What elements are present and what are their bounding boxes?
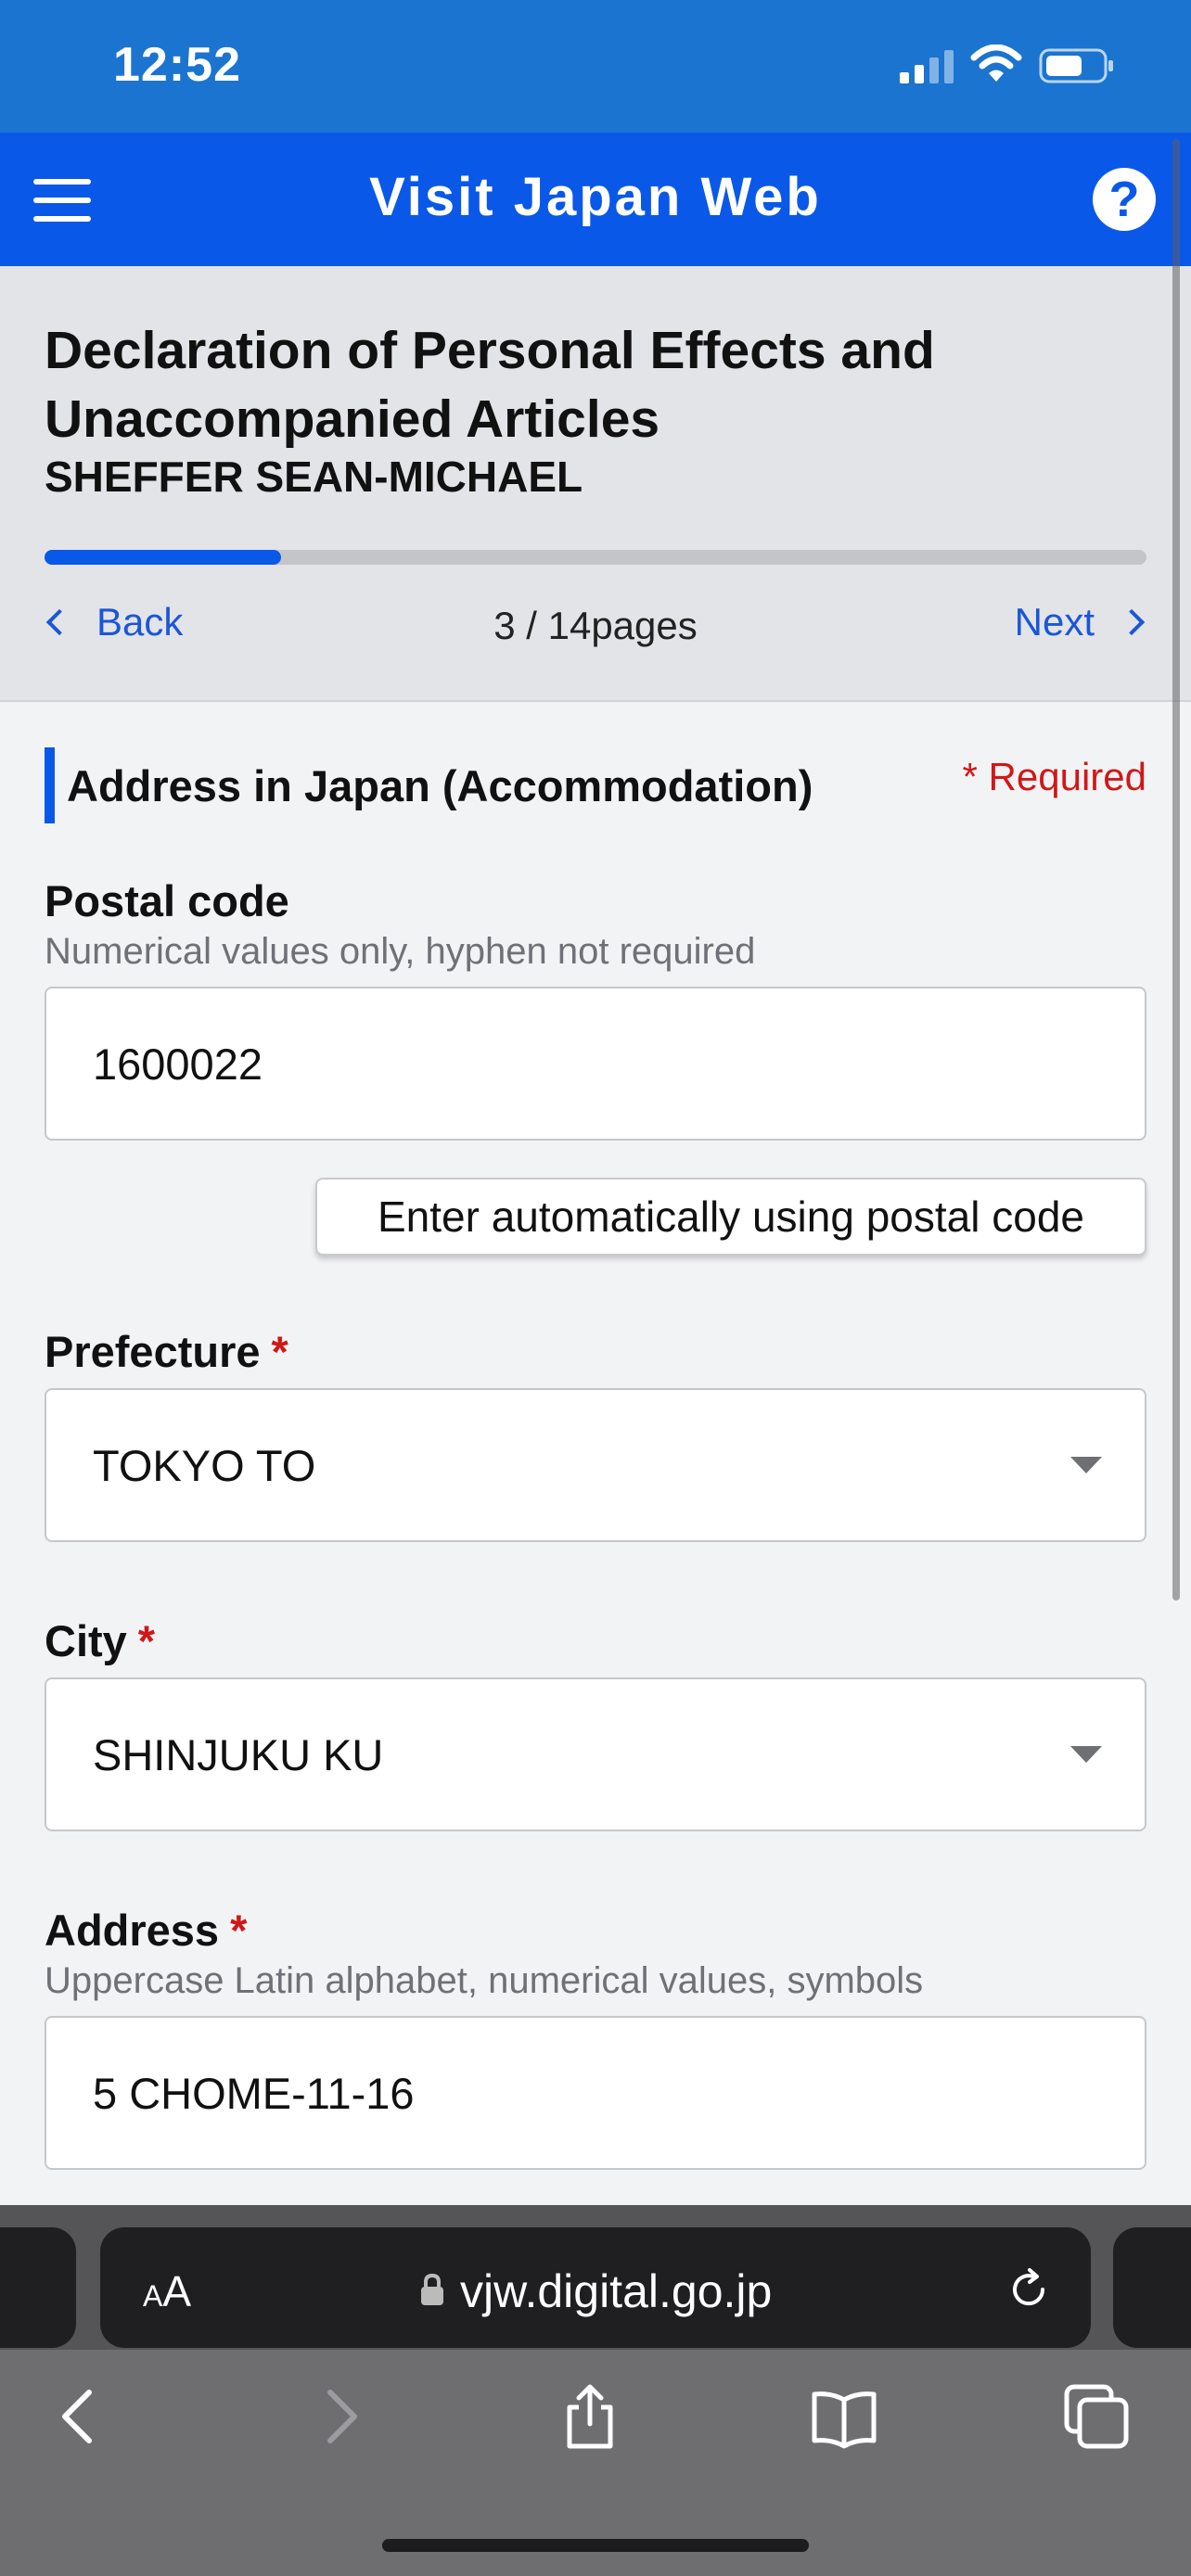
progress-bar <box>45 550 1146 565</box>
next-label: Next <box>1014 600 1095 644</box>
status-bar: 12:52 <box>0 0 1191 133</box>
form-title: Declaration of Personal Effects and Unac… <box>45 321 935 449</box>
required-star: * <box>271 1327 288 1376</box>
wifi-icon <box>970 45 1022 82</box>
auto-fill-postal-button[interactable]: Enter automatically using postal code <box>315 1178 1146 1256</box>
required-star: * <box>137 1616 156 1665</box>
previous-tab-peek[interactable] <box>0 2227 76 2348</box>
forward-icon[interactable] <box>306 2383 373 2450</box>
required-star: * <box>230 1906 248 1955</box>
section-accent-bar <box>45 747 55 823</box>
url-text: vjw.digital.go.jp <box>460 2265 773 2317</box>
postal-code-hint: Numerical values only, hyphen not requir… <box>45 931 756 972</box>
address-value: 5 CHOME-11-16 <box>93 2069 415 2118</box>
page-indicator: 3 / 14pages <box>493 604 698 647</box>
back-icon[interactable] <box>46 2383 113 2450</box>
progress-fill <box>45 550 281 565</box>
address-input[interactable]: 5 CHOME-11-16 <box>45 2016 1146 2170</box>
prefecture-label: Prefecture * <box>45 1327 288 1376</box>
address-label: Address * <box>45 1906 248 1955</box>
share-icon[interactable] <box>557 2383 623 2450</box>
bookmarks-icon[interactable] <box>811 2383 877 2450</box>
form-header: Declaration of Personal Effects and Unac… <box>0 266 1191 702</box>
text-size-button[interactable]: AA <box>143 2266 191 2316</box>
tabs-icon[interactable] <box>1063 2383 1130 2450</box>
app-title: Visit Japan Web <box>369 167 822 227</box>
reload-icon[interactable] <box>1005 2266 1052 2313</box>
battery-icon <box>1039 48 1113 83</box>
url-bar[interactable]: AA vjw.digital.go.jp <box>100 2227 1091 2348</box>
prefecture-value: TOKYO TO <box>93 1441 316 1490</box>
city-value: SHINJUKU KU <box>93 1730 384 1779</box>
status-time: 12:52 <box>113 38 241 92</box>
required-note: * Required <box>962 755 1146 798</box>
next-button[interactable]: Next <box>1015 600 1146 644</box>
help-icon[interactable]: ? <box>1093 168 1156 231</box>
address-bar-area: AA vjw.digital.go.jp <box>0 2205 1191 2350</box>
dropdown-arrow-icon <box>1070 1746 1102 1763</box>
prefecture-select[interactable]: TOKYO TO <box>45 1388 1146 1542</box>
postal-code-input[interactable]: 1600022 <box>45 987 1146 1141</box>
cellular-signal-icon <box>900 50 954 83</box>
home-indicator <box>382 2539 809 2552</box>
section-title: Address in Japan (Accommodation) <box>67 761 813 810</box>
postal-code-label: Postal code <box>45 876 289 925</box>
lock-icon <box>421 2274 443 2305</box>
next-tab-peek[interactable] <box>1113 2227 1191 2348</box>
dropdown-arrow-icon <box>1070 1457 1102 1473</box>
city-label: City * <box>45 1616 156 1665</box>
chevron-right-icon <box>1118 608 1146 636</box>
address-hint: Uppercase Latin alphabet, numerical valu… <box>45 1960 924 2001</box>
traveler-name: SHEFFER SEAN-MICHAEL <box>45 453 583 501</box>
city-select[interactable]: SHINJUKU KU <box>45 1677 1146 1831</box>
app-header: Visit Japan Web ? <box>0 133 1191 266</box>
page-scrollbar[interactable] <box>1172 139 1180 1600</box>
postal-code-value: 1600022 <box>93 1039 263 1089</box>
